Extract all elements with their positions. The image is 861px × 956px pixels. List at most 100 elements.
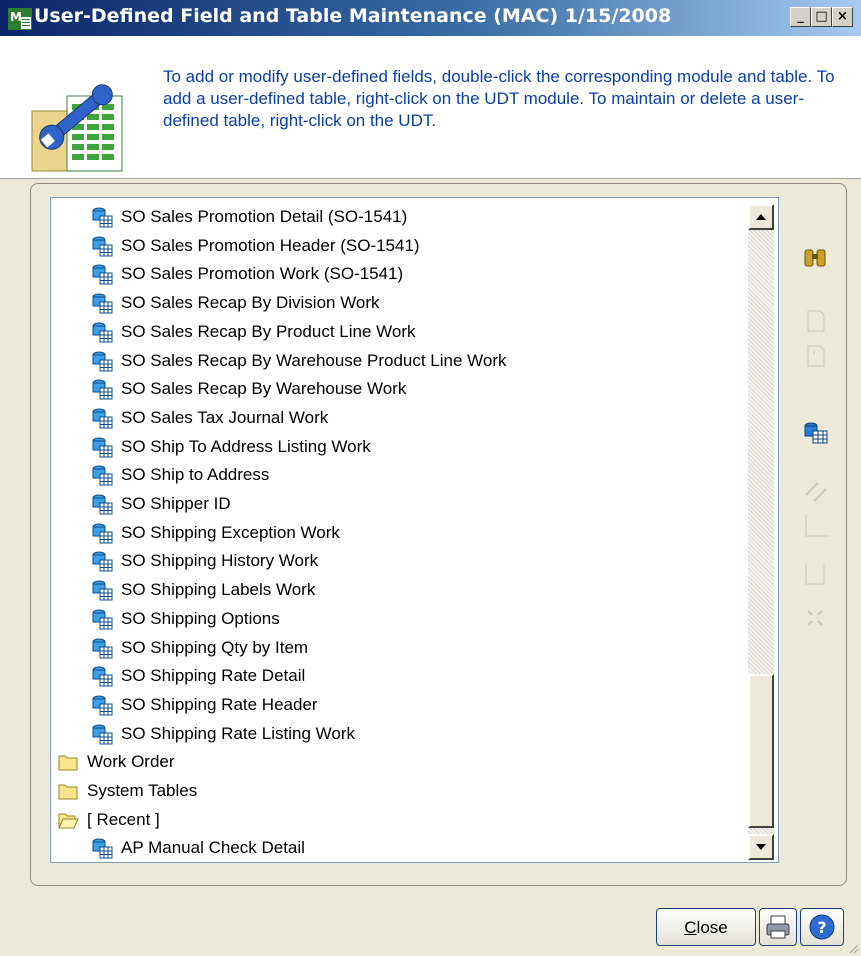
table-icon bbox=[92, 695, 113, 716]
table-icon bbox=[92, 408, 113, 429]
find-button[interactable] bbox=[800, 242, 830, 272]
table-icon bbox=[92, 724, 113, 745]
table-icon bbox=[92, 609, 113, 630]
table-icon bbox=[92, 666, 113, 687]
edit-udt-button[interactable] bbox=[800, 340, 830, 370]
tree-item-label: SO Ship to Address bbox=[121, 465, 270, 485]
app-icon: M bbox=[8, 8, 32, 30]
maximize-icon: □ bbox=[815, 9, 828, 24]
rename-button[interactable] bbox=[800, 475, 830, 505]
paste-icon bbox=[805, 564, 825, 585]
maximize-button[interactable]: □ bbox=[811, 7, 832, 27]
table-icon bbox=[92, 523, 113, 544]
table-button[interactable] bbox=[800, 417, 830, 447]
tree-item-table[interactable]: SO Shipping Qty by Item bbox=[91, 634, 308, 662]
table-icon bbox=[92, 293, 113, 314]
close-icon: × bbox=[837, 9, 848, 24]
tree-item-table[interactable]: SO Shipping Rate Header bbox=[91, 691, 318, 719]
tree-item-folder[interactable]: [ Recent ] bbox=[57, 806, 160, 834]
tree-item-label: SO Shipping Qty by Item bbox=[121, 637, 309, 657]
help-button[interactable]: ? bbox=[800, 908, 844, 946]
folder-icon bbox=[58, 784, 78, 800]
copy-icon bbox=[805, 514, 828, 537]
table-icon bbox=[92, 379, 113, 400]
scroll-up-button[interactable] bbox=[748, 204, 774, 230]
delete-button[interactable] bbox=[800, 603, 830, 633]
tree-item-table[interactable]: SO Ship To Address Listing Work bbox=[91, 433, 371, 461]
table-icon bbox=[92, 838, 113, 859]
close-button[interactable]: Close bbox=[656, 908, 756, 946]
folder-open-icon bbox=[58, 813, 79, 829]
tree-item-folder[interactable]: Work Order bbox=[57, 748, 175, 776]
minimize-button[interactable]: _ bbox=[790, 7, 811, 27]
tree-item-table[interactable]: SO Shipper ID bbox=[91, 490, 231, 518]
tree-item-table[interactable]: SO Shipping Rate Listing Work bbox=[91, 720, 355, 748]
tree-item-label: SO Shipping Exception Work bbox=[121, 522, 340, 542]
tree-item-label: SO Sales Recap By Division Work bbox=[121, 293, 380, 313]
tree-item-table[interactable]: SO Shipping Exception Work bbox=[91, 519, 340, 547]
tree-item-table[interactable]: SO Sales Recap By Warehouse Work bbox=[91, 375, 406, 403]
scroll-down-button[interactable] bbox=[748, 834, 774, 860]
new-udt-button[interactable] bbox=[800, 305, 830, 335]
table-icon bbox=[92, 494, 113, 515]
help-icon: ? bbox=[809, 914, 835, 940]
close-window-button[interactable]: × bbox=[832, 7, 853, 27]
table-icon bbox=[92, 207, 113, 228]
tree-item-label: System Tables bbox=[87, 781, 198, 800]
table-icon bbox=[92, 638, 113, 658]
tree-item-label: SO Ship To Address Listing Work bbox=[121, 436, 371, 456]
tree-item-table[interactable]: SO Shipping Options bbox=[91, 605, 280, 633]
tree-item-label: SO Shipper ID bbox=[121, 494, 231, 513]
tree-item-label: AP Manual Check Detail bbox=[121, 838, 305, 858]
resize-grip-icon[interactable] bbox=[847, 942, 859, 954]
tree-item-label: SO Sales Recap By Warehouse Work bbox=[121, 379, 407, 399]
title-bar[interactable]: M User-Defined Field and Table Maintenan… bbox=[0, 0, 861, 36]
table-icon bbox=[92, 322, 113, 343]
tree-item-table[interactable]: SO Sales Recap By Division Work bbox=[91, 289, 380, 317]
tree-item-table[interactable]: SO Sales Promotion Header (SO-1541) bbox=[91, 232, 420, 260]
tree-item-table[interactable]: SO Ship to Address bbox=[91, 461, 269, 489]
table-icon bbox=[804, 422, 828, 444]
edit-icon bbox=[807, 345, 825, 367]
vertical-scrollbar[interactable] bbox=[748, 204, 774, 860]
tree-item-label: SO Shipping Rate Header bbox=[121, 694, 318, 714]
tree-item-label: SO Sales Promotion Detail (SO-1541) bbox=[121, 207, 408, 226]
tree-item-label: [ Recent ] bbox=[87, 809, 160, 829]
copy-button[interactable] bbox=[800, 510, 830, 540]
tree-item-label: SO Sales Promotion Work (SO-1541) bbox=[121, 264, 404, 284]
tree-item-folder[interactable]: System Tables bbox=[57, 777, 197, 805]
table-icon bbox=[92, 551, 113, 572]
tree-item-label: SO Shipping Options bbox=[121, 608, 280, 628]
table-icon bbox=[92, 465, 113, 486]
tree-item-table[interactable]: SO Sales Recap By Warehouse Product Line… bbox=[91, 347, 507, 375]
rename-icon bbox=[805, 482, 827, 502]
tree-item-table[interactable]: AP Manual Check Detail bbox=[91, 834, 305, 862]
paste-button[interactable] bbox=[800, 560, 830, 590]
svg-text:?: ? bbox=[817, 918, 826, 937]
tree-item-table[interactable]: SO Sales Recap By Product Line Work bbox=[91, 318, 416, 346]
new-icon bbox=[807, 310, 825, 332]
udf-maintenance-icon bbox=[31, 84, 123, 172]
tree-item-table[interactable]: SO Shipping History Work bbox=[91, 547, 318, 575]
tree-item-label: SO Sales Promotion Header (SO-1541) bbox=[121, 235, 420, 255]
udf-maintenance-window: M User-Defined Field and Table Maintenan… bbox=[0, 0, 861, 956]
tree-item-label: Work Order bbox=[87, 752, 175, 772]
tree-item-label: SO Sales Tax Journal Work bbox=[121, 407, 329, 427]
tree-item-table[interactable]: SO Shipping Labels Work bbox=[91, 576, 315, 604]
udt-tree-view[interactable]: SO Sales Promotion Detail (SO-1541) SO Sa… bbox=[50, 197, 779, 863]
scroll-thumb[interactable] bbox=[748, 674, 774, 828]
instructions-header: To add or modify user-defined fields, do… bbox=[0, 36, 861, 179]
tree-item-table[interactable]: SO Sales Promotion Detail (SO-1541) bbox=[91, 203, 407, 231]
table-icon bbox=[92, 264, 113, 285]
print-button[interactable] bbox=[759, 908, 797, 946]
instructions-text: To add or modify user-defined fields, do… bbox=[163, 67, 835, 130]
tree-item-table[interactable]: SO Sales Tax Journal Work bbox=[91, 404, 328, 432]
arrow-up-icon bbox=[756, 214, 766, 220]
tree-item-table[interactable]: SO Sales Promotion Work (SO-1541) bbox=[91, 260, 403, 288]
window-title: User-Defined Field and Table Maintenance… bbox=[34, 5, 672, 27]
tree-item-table[interactable]: SO Shipping Rate Detail bbox=[91, 662, 305, 690]
printer-icon bbox=[766, 915, 790, 939]
arrow-down-icon bbox=[756, 844, 766, 850]
binoculars-icon bbox=[804, 249, 826, 267]
delete-icon bbox=[807, 610, 823, 626]
